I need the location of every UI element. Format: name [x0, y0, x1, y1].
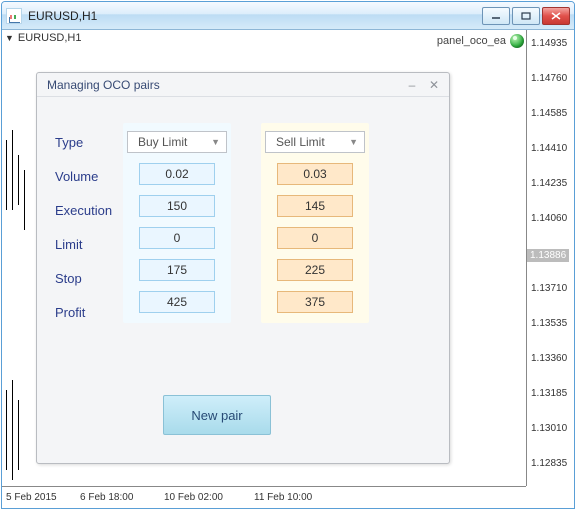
chart-icon: [6, 8, 22, 24]
label-limit: Limit: [55, 233, 112, 255]
maximize-button[interactable]: [512, 7, 540, 25]
right-type-dropdown[interactable]: Sell Limit ▼: [265, 131, 365, 153]
left-stop-input[interactable]: 175: [139, 259, 215, 281]
chart-header[interactable]: ▼ EURUSD,H1: [5, 32, 82, 44]
right-volume-input[interactable]: 0.03: [277, 163, 353, 185]
left-type-dropdown[interactable]: Buy Limit ▼: [127, 131, 227, 153]
left-execution-input[interactable]: 150: [139, 195, 215, 217]
label-volume: Volume: [55, 165, 112, 187]
price-tick: 1.14585: [531, 108, 567, 119]
price-tick: 1.14235: [531, 178, 567, 189]
ea-badge[interactable]: panel_oco_ea: [437, 34, 524, 48]
panel-close-button[interactable]: ✕: [425, 77, 443, 93]
price-tick: 1.13710: [531, 283, 567, 294]
time-tick: 10 Feb 02:00: [164, 492, 223, 503]
left-order-column: Buy Limit ▼ 0.02 150 0 175 425: [123, 123, 231, 323]
chevron-down-icon: ▼: [5, 33, 14, 43]
time-axis: 5 Feb 2015 6 Feb 18:00 10 Feb 02:00 11 F…: [2, 486, 526, 508]
left-limit-input[interactable]: 0: [139, 227, 215, 249]
right-profit-input[interactable]: 375: [277, 291, 353, 313]
time-tick: 5 Feb 2015: [6, 492, 57, 503]
chevron-down-icon: ▼: [349, 137, 358, 147]
price-tick: 1.13535: [531, 318, 567, 329]
left-profit-input[interactable]: 425: [139, 291, 215, 313]
price-flag: 1.13886: [527, 249, 569, 262]
price-tick: 1.14060: [531, 213, 567, 224]
field-labels: Type Volume Execution Limit Stop Profit: [55, 131, 112, 323]
price-tick: 1.13360: [531, 353, 567, 364]
label-stop: Stop: [55, 267, 112, 289]
new-pair-button[interactable]: New pair: [163, 395, 271, 435]
right-order-column: Sell Limit ▼ 0.03 145 0 225 375: [261, 123, 369, 323]
time-tick: 11 Feb 10:00: [254, 492, 312, 503]
left-type-value: Buy Limit: [138, 135, 187, 149]
panel-titlebar[interactable]: Managing OCO pairs – ✕: [37, 73, 449, 97]
right-execution-input[interactable]: 145: [277, 195, 353, 217]
panel-title: Managing OCO pairs: [47, 78, 160, 92]
panel-minimize-button[interactable]: –: [403, 77, 421, 93]
window-title: EURUSD,H1: [28, 9, 482, 23]
close-button[interactable]: [542, 7, 570, 25]
price-tick: 1.14760: [531, 73, 567, 84]
price-tick: 1.14935: [531, 38, 567, 49]
app-window: EURUSD,H1 ▼ EURUSD,H1 panel_oco_ea: [1, 1, 575, 509]
price-axis: 1.14935 1.14760 1.14585 1.14410 1.14235 …: [526, 30, 574, 486]
price-tick: 1.13010: [531, 423, 567, 434]
ea-status-icon: [510, 34, 524, 48]
chart-symbol-label: EURUSD,H1: [18, 32, 82, 44]
chevron-down-icon: ▼: [211, 137, 220, 147]
left-volume-input[interactable]: 0.02: [139, 163, 215, 185]
price-tick: 1.14410: [531, 143, 567, 154]
time-tick: 6 Feb 18:00: [80, 492, 133, 503]
right-limit-input[interactable]: 0: [277, 227, 353, 249]
price-tick: 1.13185: [531, 388, 567, 399]
price-tick: 1.12835: [531, 458, 567, 469]
label-execution: Execution: [55, 199, 112, 221]
label-profit: Profit: [55, 301, 112, 323]
titlebar[interactable]: EURUSD,H1: [2, 2, 574, 30]
oco-panel: Managing OCO pairs – ✕ Type Volume Execu…: [36, 72, 450, 464]
chart-body: ▼ EURUSD,H1 panel_oco_ea 1.14935 1.14760…: [2, 30, 574, 508]
right-stop-input[interactable]: 225: [277, 259, 353, 281]
ea-label: panel_oco_ea: [437, 35, 506, 47]
right-type-value: Sell Limit: [276, 135, 325, 149]
label-type: Type: [55, 131, 112, 153]
minimize-button[interactable]: [482, 7, 510, 25]
